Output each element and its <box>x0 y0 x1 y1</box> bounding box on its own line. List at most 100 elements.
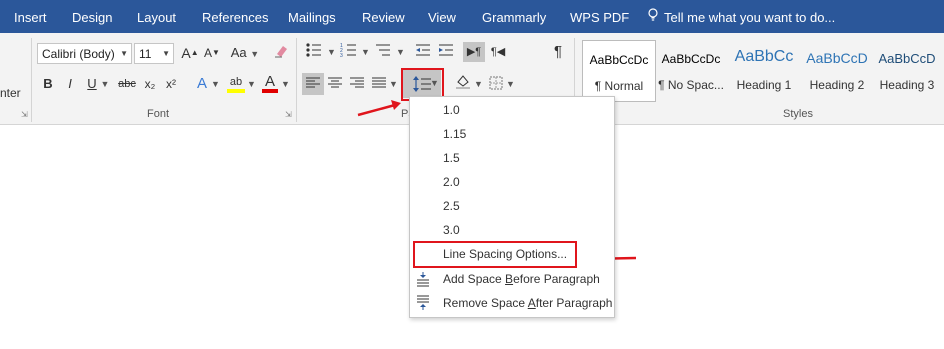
style-normal[interactable]: AaBbCcDc ¶ Normal <box>582 40 656 102</box>
align-center-icon[interactable] <box>325 73 345 96</box>
option-label: 2.5 <box>443 199 460 213</box>
tab-view[interactable]: View <box>428 0 456 33</box>
tab-layout[interactable]: Layout <box>137 0 176 33</box>
tab-design[interactable]: Design <box>72 0 112 33</box>
style-preview: AaBbCcD <box>878 51 936 66</box>
style-preview: AaBbCcDc <box>589 53 649 67</box>
highlight-swatch <box>227 89 245 93</box>
menu-accesskey: B <box>505 272 514 286</box>
style-name: Heading 2 <box>809 78 865 92</box>
decrease-indent-icon[interactable] <box>413 42 433 64</box>
chevron-down-icon: ▼ <box>162 49 170 58</box>
shrink-font-button[interactable]: A▼ <box>202 43 222 63</box>
superscript-button[interactable]: x² <box>163 74 179 94</box>
subscript-button[interactable]: x₂ <box>142 74 158 94</box>
chevron-down-icon[interactable]: ▼ <box>389 74 398 94</box>
remove-space-after-item[interactable]: Remove Space After Paragraph <box>410 291 614 315</box>
change-case-label: Aa <box>230 45 247 60</box>
tell-me-text: Tell me what you want to do... <box>664 10 836 25</box>
styles-group-label: Styles <box>783 108 813 120</box>
line-spacing-option-1-5[interactable]: 1.5 <box>410 146 614 170</box>
font-size-value: 11 <box>139 47 152 61</box>
svg-text:3: 3 <box>340 53 343 58</box>
line-spacing-dropdown: 1.0 1.15 1.5 2.0 2.5 3.0 Line Spacing Op… <box>409 96 615 318</box>
clear-formatting-icon[interactable] <box>272 43 290 65</box>
text-effects-button[interactable]: A <box>193 74 211 94</box>
group-divider <box>31 38 32 122</box>
font-color-button[interactable]: A <box>260 72 280 93</box>
chevron-down-icon[interactable]: ▼ <box>506 74 515 94</box>
chevron-down-icon[interactable]: ▼ <box>211 74 220 94</box>
style-name: Heading 1 <box>736 78 792 92</box>
annotation-highlight-box <box>413 241 577 268</box>
style-heading-3[interactable]: AaBbCcD Heading 3 <box>871 40 943 100</box>
chevron-down-icon[interactable]: ▼ <box>474 74 483 94</box>
grow-font-button[interactable]: A▲ <box>180 43 200 63</box>
line-spacing-option-1-0[interactable]: 1.0 <box>410 98 614 122</box>
chevron-down-icon[interactable]: ▼ <box>281 74 290 94</box>
borders-icon[interactable] <box>486 73 506 96</box>
align-left-icon[interactable] <box>302 73 324 95</box>
style-heading-1[interactable]: AaBbCc Heading 1 <box>728 40 800 100</box>
group-divider <box>296 38 297 122</box>
multilevel-list-icon[interactable] <box>372 42 396 64</box>
underline-button[interactable]: U <box>84 74 100 94</box>
tab-insert[interactable]: Insert <box>14 0 47 33</box>
shading-icon[interactable] <box>452 73 474 95</box>
line-spacing-option-2-0[interactable]: 2.0 <box>410 170 614 194</box>
increase-indent-icon[interactable] <box>436 42 456 64</box>
rtl-paragraph-icon[interactable]: ¶◀ <box>487 42 509 62</box>
show-formatting-marks-icon[interactable]: ¶ <box>548 42 568 62</box>
menu-text: efore Paragraph <box>513 272 600 286</box>
font-color-swatch <box>262 89 278 93</box>
chevron-down-icon[interactable]: ▼ <box>100 74 110 94</box>
tab-grammarly[interactable]: Grammarly <box>482 0 546 33</box>
tab-wps-pdf[interactable]: WPS PDF <box>570 0 629 33</box>
line-spacing-option-3-0[interactable]: 3.0 <box>410 218 614 242</box>
style-name: Heading 3 <box>879 78 935 92</box>
highlight-color-button[interactable]: ab <box>226 72 246 93</box>
change-case-button[interactable]: Aa ▼ <box>228 43 262 64</box>
ribbon-tab-bar: Insert Design Layout References Mailings… <box>0 0 944 33</box>
option-label: 1.5 <box>443 151 460 165</box>
style-preview: AaBbCc <box>734 48 794 65</box>
remove-space-after-icon <box>417 295 429 310</box>
chevron-down-icon[interactable]: ▼ <box>327 42 336 62</box>
italic-button[interactable]: I <box>62 74 78 94</box>
tab-review[interactable]: Review <box>362 0 405 33</box>
menu-text: fter Paragraph <box>535 296 613 310</box>
justify-icon[interactable] <box>369 73 389 96</box>
chevron-down-icon[interactable]: ▼ <box>361 42 370 62</box>
annotation-arrow-icon <box>357 100 401 117</box>
option-label: 2.0 <box>443 175 460 189</box>
lightbulb-icon <box>648 0 658 36</box>
grow-font-label: A <box>181 45 191 61</box>
style-preview: AaBbCcD <box>806 50 868 66</box>
font-name-input[interactable]: Calibri (Body) ▼ <box>37 43 132 64</box>
chevron-down-icon: ▼ <box>120 49 128 58</box>
style-no-spacing[interactable]: AaBbCcDc ¶ No Spac... <box>655 40 727 100</box>
font-size-input[interactable]: 11 ▼ <box>134 43 174 64</box>
format-painter-label[interactable]: nter <box>0 86 21 100</box>
numbering-icon[interactable]: 123 <box>338 42 362 64</box>
line-spacing-option-1-15[interactable]: 1.15 <box>410 122 614 146</box>
tell-me-box[interactable]: Tell me what you want to do... <box>648 0 835 33</box>
add-space-before-item[interactable]: Add Space Before Paragraph <box>410 267 614 291</box>
tab-references[interactable]: References <box>202 0 268 33</box>
bullets-icon[interactable] <box>303 42 327 64</box>
styles-gallery: AaBbCcDc ¶ Normal AaBbCcDc ¶ No Spac... … <box>577 38 944 102</box>
line-spacing-option-2-5[interactable]: 2.5 <box>410 194 614 218</box>
menu-text: Remove Space <box>443 296 528 310</box>
add-space-before-icon <box>417 272 429 287</box>
font-launcher-icon[interactable]: ⇲ <box>285 110 292 119</box>
chevron-down-icon[interactable]: ▼ <box>396 42 405 62</box>
ltr-paragraph-icon[interactable]: ▶¶ <box>463 42 485 62</box>
chevron-down-icon[interactable]: ▼ <box>247 74 256 94</box>
tab-mailings[interactable]: Mailings <box>288 0 336 33</box>
strikethrough-button[interactable]: abc <box>116 74 138 94</box>
clipboard-launcher-icon[interactable]: ⇲ <box>21 110 28 119</box>
align-right-icon[interactable] <box>347 73 367 96</box>
menu-accesskey: A <box>527 296 536 310</box>
style-heading-2[interactable]: AaBbCcD Heading 2 <box>801 40 873 100</box>
bold-button[interactable]: B <box>40 74 56 94</box>
